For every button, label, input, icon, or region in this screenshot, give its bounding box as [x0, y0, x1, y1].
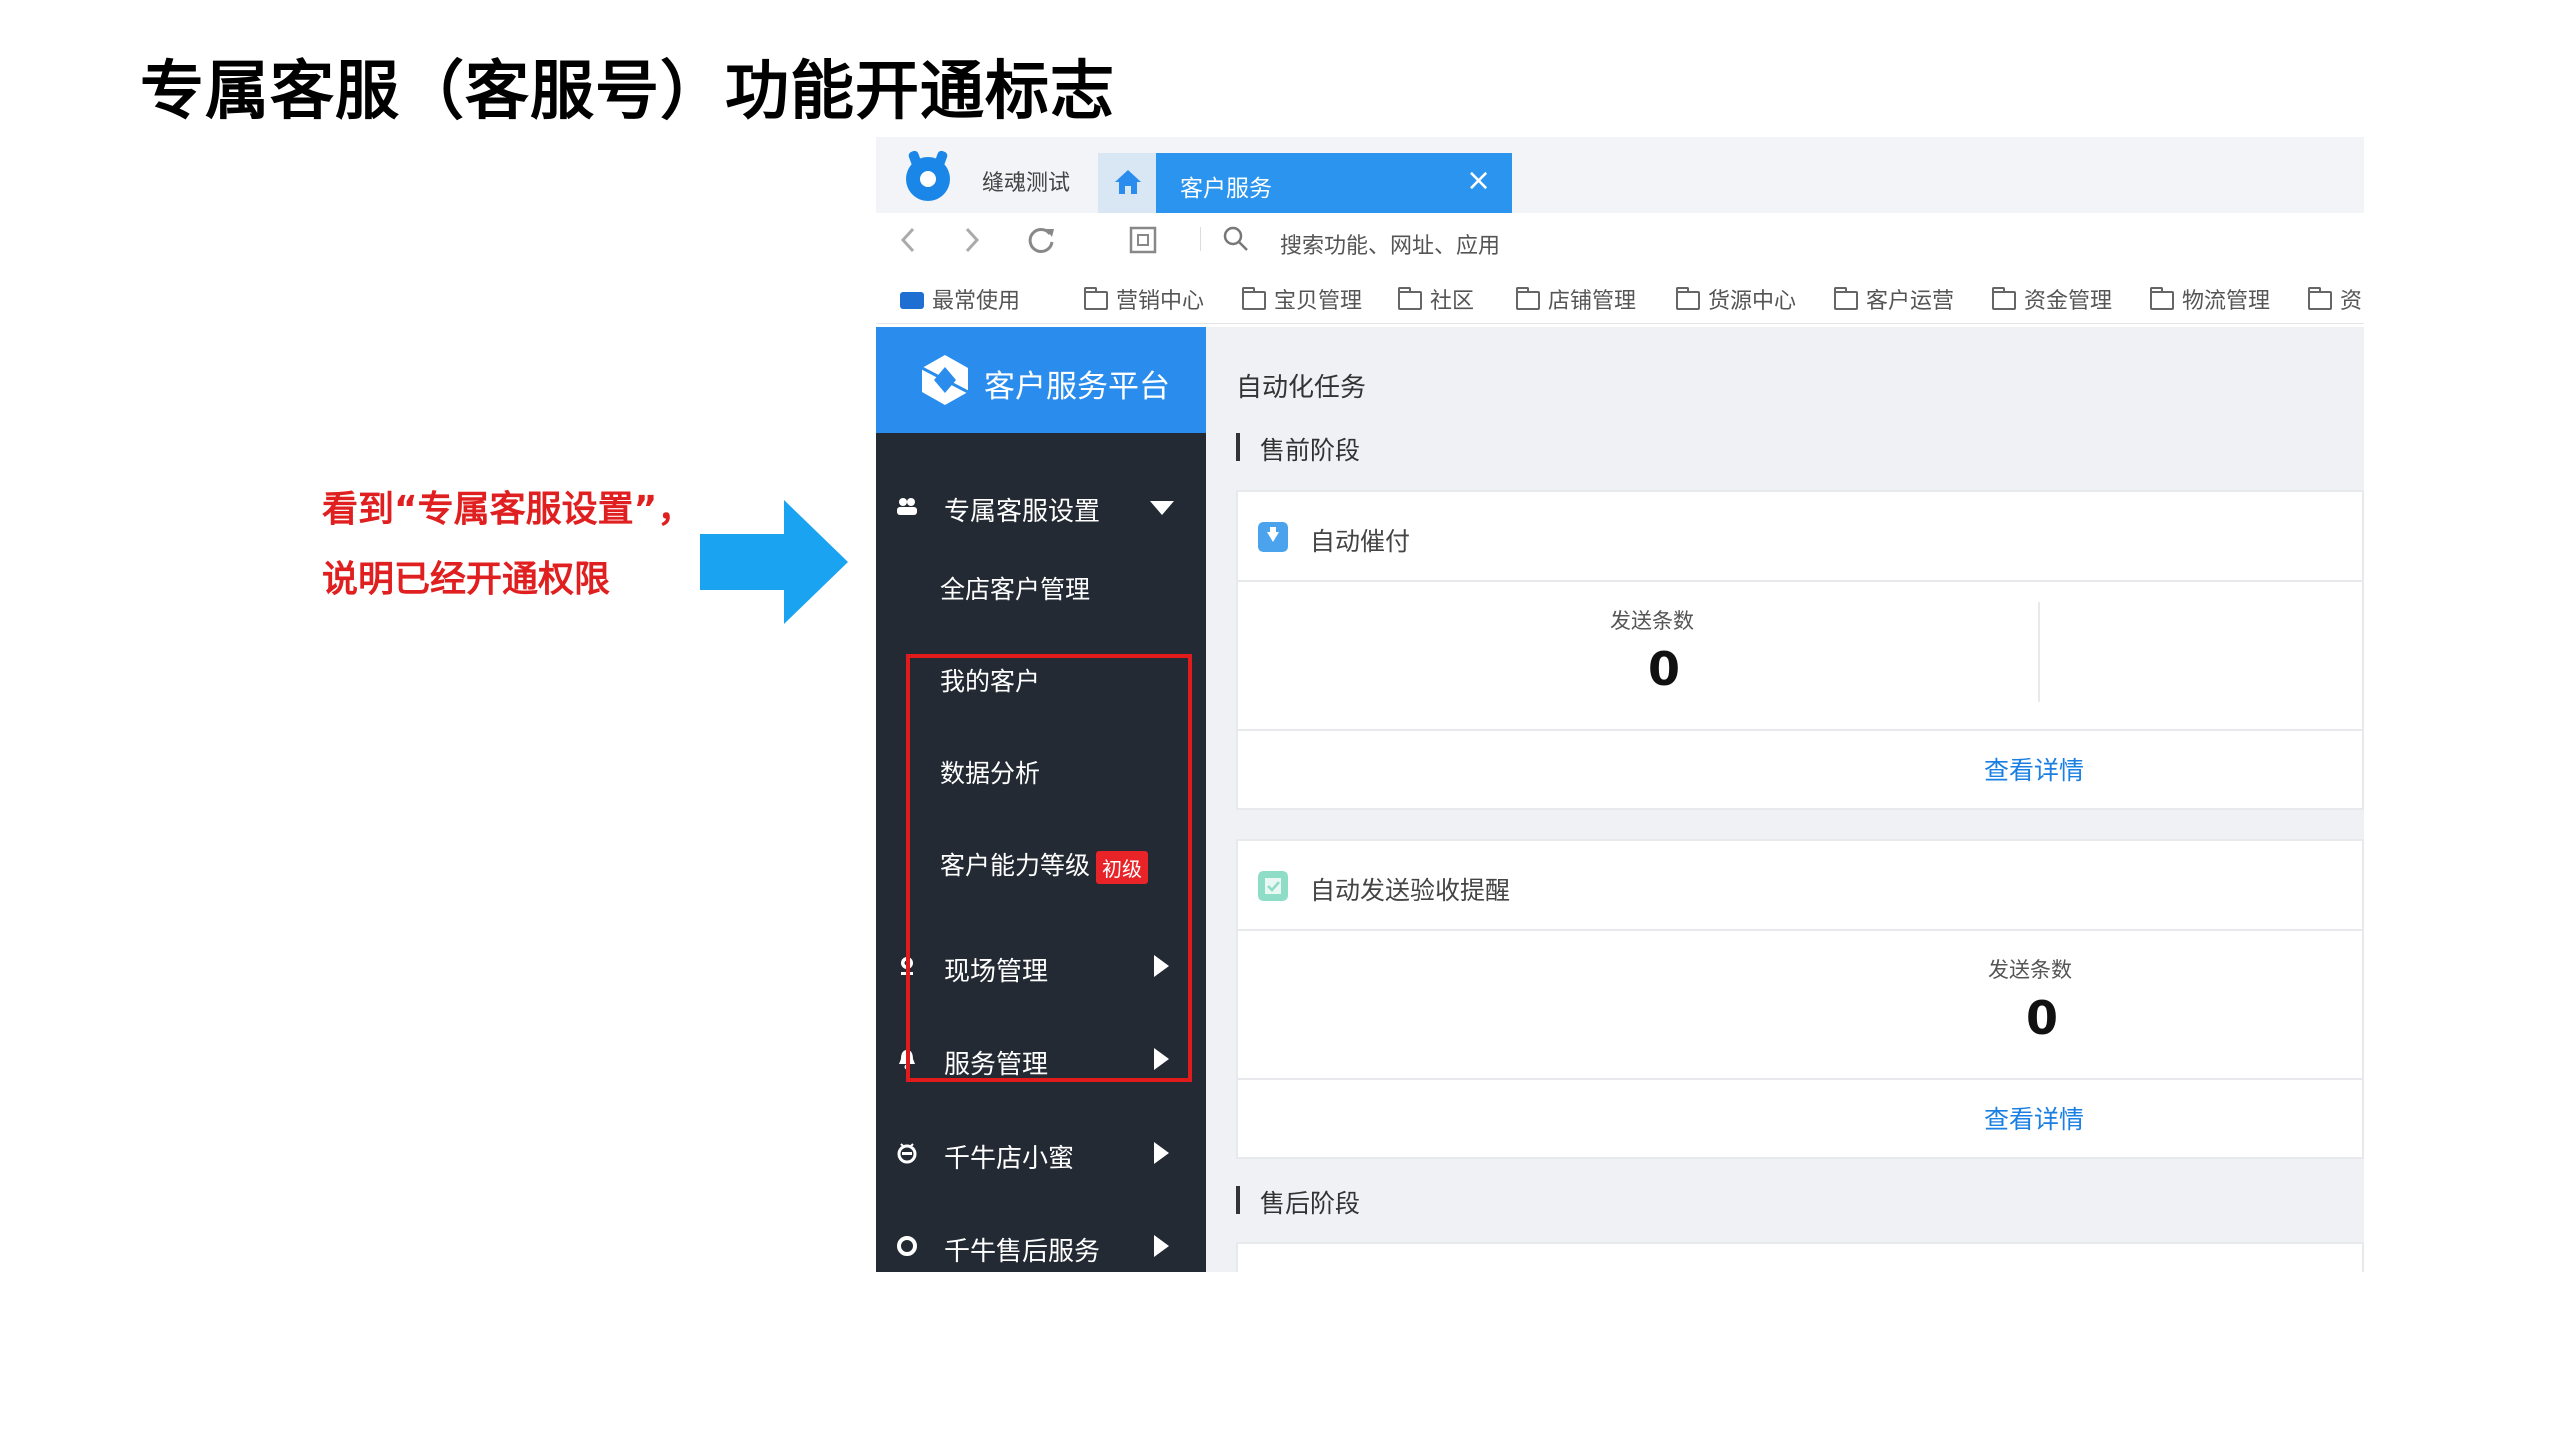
- chevron-right-icon: [1154, 1235, 1169, 1257]
- card-auto-payment-reminder: 自动催付 发送条数 0 查看详情: [1236, 490, 2364, 810]
- menu-qianniu-assistant[interactable]: 千牛店小蜜: [876, 1124, 1206, 1184]
- card-title: 自动发送验收提醒: [1310, 876, 1511, 905]
- folder-icon: [1516, 286, 1540, 310]
- chevron-right-icon: [1154, 1142, 1169, 1164]
- forward-icon[interactable]: [964, 227, 980, 253]
- bookmark-label: 宝贝管理: [1274, 289, 1363, 314]
- annotation-line-1: 看到“专属客服设置”，: [322, 489, 694, 530]
- home-tab[interactable]: [1098, 153, 1156, 213]
- bookmark-community[interactable]: 社区: [1398, 283, 1474, 315]
- bookmark-label: 资金管理: [2024, 289, 2113, 314]
- qianniu-logo-icon: [906, 157, 950, 201]
- back-icon[interactable]: [900, 227, 916, 253]
- annotation-line-2: 说明已经开通权限: [322, 559, 611, 600]
- close-tab-icon[interactable]: ×: [1466, 163, 1491, 198]
- card-header: 自动发送验收提醒: [1238, 841, 2362, 931]
- folder-icon: [1992, 286, 2016, 310]
- folder-icon: [2308, 286, 2332, 310]
- tab-label: 客户服务: [1180, 176, 1272, 202]
- platform-title: 客户服务平台: [984, 369, 1170, 405]
- card-header: 自动催付: [1238, 492, 2362, 582]
- pointer-arrow-icon: [700, 500, 848, 624]
- bookmark-customer-ops[interactable]: 客户运营: [1834, 283, 1954, 315]
- screenshot-frame: 缝魂测试 客户服务 × 搜索功能、网址、应用 最常使用 营销中心 宝贝管理 社区…: [876, 137, 2364, 1272]
- bookmark-label: 客户运营: [1866, 289, 1955, 314]
- refresh-icon[interactable]: [1026, 225, 1056, 255]
- card-title: 自动催付: [1310, 527, 1411, 556]
- folder-icon: [1834, 286, 1858, 310]
- sidebar: 客户服务平台 专属客服设置 全店客户管理 我的客户 数据分析 客户能力等级 初级 …: [876, 327, 1206, 1272]
- slide-title: 专属客服（客服号）功能开通标志: [140, 55, 1115, 129]
- folder-icon: [1398, 286, 1422, 310]
- submenu-store-customers[interactable]: 全店客户管理: [940, 570, 1090, 606]
- menu-exclusive-service-settings[interactable]: 专属客服设置: [876, 477, 1206, 537]
- bookmark-finance[interactable]: 资金管理: [1992, 283, 2112, 315]
- bookmark-products[interactable]: 宝贝管理: [1242, 283, 1362, 315]
- bookmark-label: 资: [2340, 289, 2363, 314]
- card-footer: 查看详情: [1238, 1078, 2362, 1161]
- menu-label: 千牛售后服务: [944, 1237, 1101, 1267]
- download-icon: [1258, 522, 1288, 552]
- platform-logo-icon: [921, 355, 969, 405]
- card-auto-receipt-reminder: 自动发送验收提醒 发送条数 0 查看详情: [1236, 839, 2364, 1159]
- bookmark-label: 物流管理: [2182, 289, 2271, 314]
- screenshot-icon[interactable]: [1128, 225, 1158, 255]
- store-name[interactable]: 缝魂测试: [982, 165, 1070, 197]
- browser-tab-bar: 缝魂测试 客户服务 ×: [876, 137, 2364, 213]
- bookmark-frequent[interactable]: 最常使用: [900, 283, 1020, 315]
- bookmark-label: 最常使用: [932, 289, 1021, 314]
- browser-nav-bar: 搜索功能、网址、应用: [876, 213, 2364, 267]
- stat-value: 0: [1648, 642, 1681, 696]
- search-icon[interactable]: [1222, 225, 1250, 253]
- highlight-box: [906, 654, 1192, 1082]
- bookmark-label: 店铺管理: [1548, 289, 1637, 314]
- stage-after-sale: 售后阶段: [1236, 1184, 1360, 1220]
- bookmark-label: 营销中心: [1116, 289, 1205, 314]
- view-details-link[interactable]: 查看详情: [1984, 751, 2084, 787]
- users-icon: [897, 498, 917, 515]
- stat-divider: [2038, 602, 2040, 702]
- menu-label: 专属客服设置: [944, 497, 1101, 527]
- annotation-text: 看到“专属客服设置”， 说明已经开通权限: [322, 475, 693, 615]
- stat-value: 0: [2026, 991, 2059, 1045]
- bookmark-label: 社区: [1430, 289, 1475, 314]
- robot-icon: [897, 1143, 917, 1164]
- menu-after-sales-service[interactable]: 千牛售后服务: [876, 1217, 1206, 1272]
- view-details-link[interactable]: 查看详情: [1984, 1100, 2084, 1136]
- bookmark-logistics[interactable]: 物流管理: [2150, 283, 2270, 315]
- nav-divider: [1200, 227, 1201, 251]
- menu-label: 千牛店小蜜: [944, 1144, 1075, 1174]
- briefcase-icon: [900, 291, 924, 309]
- bookmark-more[interactable]: 资: [2308, 283, 2362, 315]
- circle-icon: [897, 1236, 917, 1256]
- tab-customer-service[interactable]: 客户服务 ×: [1156, 153, 1512, 213]
- folder-icon: [1676, 286, 1700, 310]
- bookmark-sourcing[interactable]: 货源中心: [1676, 283, 1796, 315]
- folder-icon: [2150, 286, 2174, 310]
- stage-pre-sale: 售前阶段: [1236, 431, 1360, 467]
- bookmark-shop[interactable]: 店铺管理: [1516, 283, 1636, 315]
- main-content: 自动化任务 售前阶段 自动催付 发送条数 0 查看详情 自动发送验收提醒 发送条…: [1206, 327, 2364, 1272]
- home-icon: [1115, 170, 1141, 194]
- chevron-down-icon: [1150, 501, 1174, 515]
- card-after-sale-partial: [1236, 1242, 2364, 1272]
- search-input[interactable]: 搜索功能、网址、应用: [1280, 228, 1500, 260]
- folder-icon: [1084, 286, 1108, 310]
- checkbox-icon: [1258, 871, 1288, 901]
- bookmark-marketing[interactable]: 营销中心: [1084, 283, 1204, 315]
- stat-label: 发送条数: [1988, 958, 2072, 982]
- bookmark-bar: 最常使用 营销中心 宝贝管理 社区 店铺管理 货源中心 客户运营 资金管理 物流…: [876, 267, 2364, 324]
- platform-header[interactable]: 客户服务平台: [876, 327, 1206, 433]
- folder-icon: [1242, 286, 1266, 310]
- page-title: 自动化任务: [1236, 373, 1367, 403]
- card-footer: 查看详情: [1238, 729, 2362, 812]
- bookmark-label: 货源中心: [1708, 289, 1797, 314]
- stat-label: 发送条数: [1610, 609, 1694, 633]
